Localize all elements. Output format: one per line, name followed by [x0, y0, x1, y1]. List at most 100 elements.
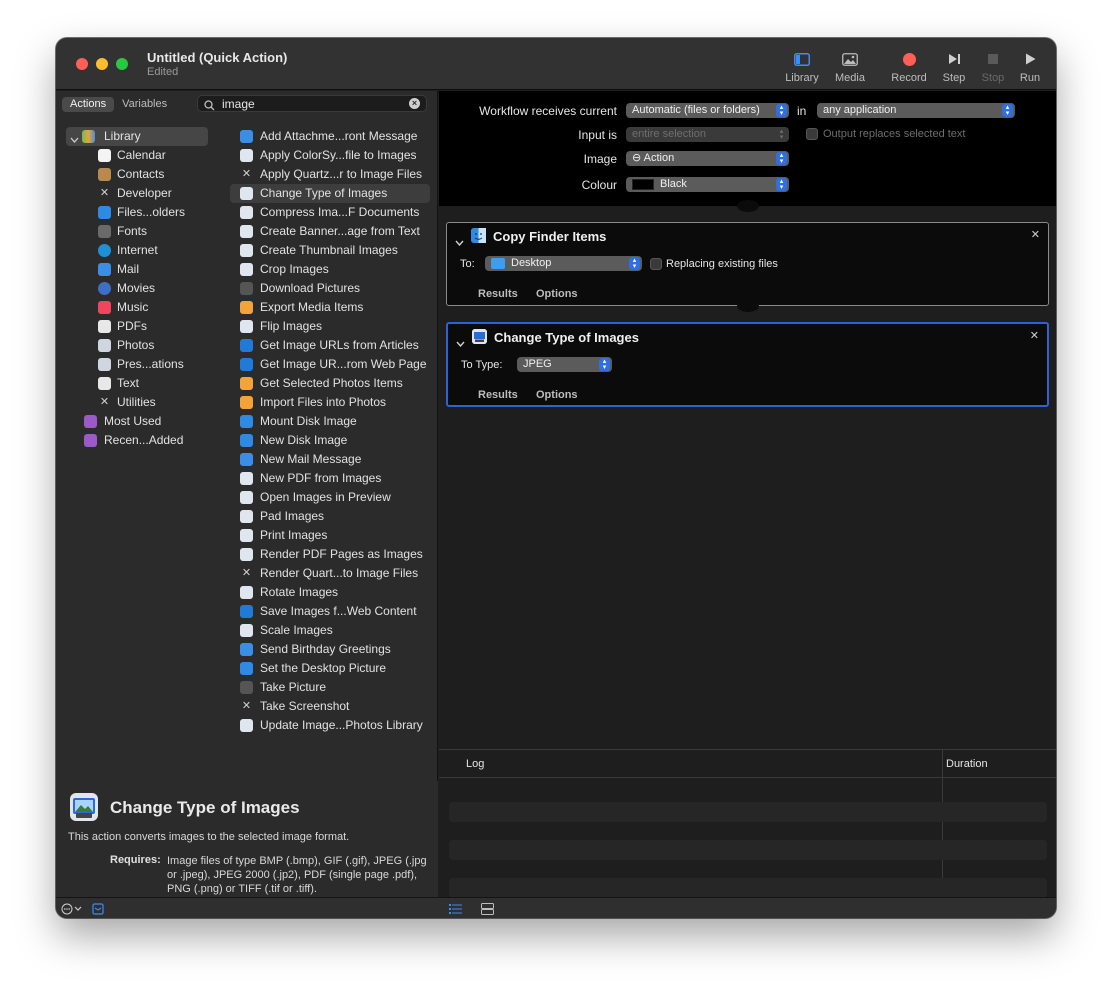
- sidebar-item-contacts[interactable]: Contacts: [56, 165, 228, 184]
- action-list-item[interactable]: Flip Images: [230, 317, 430, 336]
- sidebar-item-developer[interactable]: ✕ Developer: [56, 184, 228, 203]
- colour-popup[interactable]: Black ▴ ▾: [626, 177, 789, 192]
- sidebar-item-recen-added[interactable]: Recen...Added: [56, 431, 228, 450]
- sidebar-item-mail[interactable]: Mail: [56, 260, 228, 279]
- to-type-popup[interactable]: JPEG ▴ ▾: [517, 357, 612, 372]
- receives-popup[interactable]: Automatic (files or folders) ▴ ▾: [626, 103, 789, 118]
- record-toolbar-button[interactable]: Record: [884, 50, 934, 84]
- finder-icon: [471, 228, 486, 243]
- action-list-item[interactable]: Add Attachme...ront Message: [230, 127, 430, 146]
- action-label: New Mail Message: [260, 452, 362, 466]
- change-type-of-images-action[interactable]: Change Type of Images ✕ To Type: JPEG ▴ ▾…: [446, 322, 1049, 407]
- options-tab[interactable]: Options: [536, 389, 578, 401]
- action-list-item[interactable]: Scale Images: [230, 621, 430, 640]
- action-list-item[interactable]: New PDF from Images: [230, 469, 430, 488]
- sidebar-item-pdfs[interactable]: PDFs: [56, 317, 228, 336]
- action-list-item[interactable]: Get Selected Photos Items: [230, 374, 430, 393]
- close-icon[interactable]: ✕: [1031, 228, 1040, 241]
- sidebar-item-label: Movies: [117, 281, 156, 295]
- sidebar-item-fonts[interactable]: Fonts: [56, 222, 228, 241]
- action-list-item[interactable]: Set the Desktop Picture: [230, 659, 430, 678]
- action-list-item[interactable]: Get Image URLs from Articles: [230, 336, 430, 355]
- results-tab[interactable]: Results: [478, 288, 518, 300]
- search-field[interactable]: image ×: [197, 95, 427, 112]
- action-icon: [240, 396, 253, 409]
- split-view-icon[interactable]: [481, 902, 494, 918]
- sidebar-item-library[interactable]: Library: [66, 127, 208, 146]
- action-list-item[interactable]: Pad Images: [230, 507, 430, 526]
- action-list-item[interactable]: New Mail Message: [230, 450, 430, 469]
- action-list-item[interactable]: Import Files into Photos: [230, 393, 430, 412]
- sidebar-item-text[interactable]: Text: [56, 374, 228, 393]
- close-window-button[interactable]: [76, 58, 88, 70]
- folder-icon: [84, 434, 97, 447]
- sidebar-item-music[interactable]: Music: [56, 298, 228, 317]
- log-column-header[interactable]: Log: [466, 758, 484, 770]
- action-list-item[interactable]: Send Birthday Greetings: [230, 640, 430, 659]
- tab-variables[interactable]: Variables: [114, 97, 175, 112]
- action-list-item[interactable]: Download Pictures: [230, 279, 430, 298]
- duration-column-header[interactable]: Duration: [946, 758, 988, 770]
- sidebar-item-calendar[interactable]: Calendar: [56, 146, 228, 165]
- action-list-item[interactable]: Change Type of Images: [230, 184, 430, 203]
- sidebar-item-most-used[interactable]: Most Used: [56, 412, 228, 431]
- action-list-item[interactable]: Compress Ima...F Documents: [230, 203, 430, 222]
- action-list-item[interactable]: ✕ Take Screenshot: [230, 697, 430, 716]
- sidebar-item-pres-ations[interactable]: Pres...ations: [56, 355, 228, 374]
- close-icon[interactable]: ✕: [1030, 329, 1039, 342]
- sidebar-item-files-olders[interactable]: Files...olders: [56, 203, 228, 222]
- destination-popup[interactable]: Desktop ▴ ▾: [485, 256, 642, 271]
- list-view-icon[interactable]: [449, 902, 462, 918]
- action-label: Take Picture: [260, 680, 327, 694]
- sidebar-item-movies[interactable]: Movies: [56, 279, 228, 298]
- action-icon: [240, 149, 253, 162]
- collapse-chevron-icon[interactable]: [456, 334, 465, 352]
- results-tab[interactable]: Results: [478, 389, 518, 401]
- photo-icon: [825, 50, 875, 68]
- action-list-item[interactable]: Apply ColorSy...file to Images: [230, 146, 430, 165]
- minimize-window-button[interactable]: [96, 58, 108, 70]
- image-popup[interactable]: ⊖ Action ▴ ▾: [626, 151, 789, 166]
- action-list-item[interactable]: Rotate Images: [230, 583, 430, 602]
- action-list-item[interactable]: ✕ Render Quart...to Image Files: [230, 564, 430, 583]
- sidebar-item-internet[interactable]: Internet: [56, 241, 228, 260]
- sidebar-item-label: Developer: [117, 186, 172, 200]
- description-toggle-icon[interactable]: [92, 902, 104, 918]
- action-list-item[interactable]: ✕ Apply Quartz...r to Image Files: [230, 165, 430, 184]
- library-pane: Actions Variables image × Library Calenda…: [56, 91, 438, 897]
- action-list-item[interactable]: Export Media Items: [230, 298, 430, 317]
- action-list-item[interactable]: Update Image...Photos Library: [230, 716, 430, 735]
- clear-search-icon[interactable]: ×: [409, 98, 420, 109]
- action-list-item[interactable]: Get Image UR...rom Web Page: [230, 355, 430, 374]
- sidebar-item-utilities[interactable]: ✕ Utilities: [56, 393, 228, 412]
- input-popup[interactable]: entire selection ▴ ▾: [626, 127, 789, 142]
- action-list-item[interactable]: Save Images f...Web Content: [230, 602, 430, 621]
- replacing-existing-checkbox[interactable]: [650, 258, 662, 270]
- output-replaces-checkbox[interactable]: [806, 128, 818, 140]
- action-list-item[interactable]: New Disk Image: [230, 431, 430, 450]
- colour-value: Black: [660, 178, 687, 190]
- action-menu-icon[interactable]: [61, 902, 83, 918]
- action-list-item[interactable]: Crop Images: [230, 260, 430, 279]
- tab-actions[interactable]: Actions: [62, 97, 115, 112]
- action-list-item[interactable]: Mount Disk Image: [230, 412, 430, 431]
- sidebar-item-photos[interactable]: Photos: [56, 336, 228, 355]
- action-icon: [240, 415, 253, 428]
- action-label: Render PDF Pages as Images: [260, 547, 423, 561]
- action-list-item[interactable]: Print Images: [230, 526, 430, 545]
- action-list-item[interactable]: Create Thumbnail Images: [230, 241, 430, 260]
- search-input[interactable]: image: [222, 97, 255, 111]
- action-list-item[interactable]: Open Images in Preview: [230, 488, 430, 507]
- action-list-item[interactable]: Render PDF Pages as Images: [230, 545, 430, 564]
- collapse-chevron-icon[interactable]: [455, 233, 464, 251]
- action-list-item[interactable]: Create Banner...age from Text: [230, 222, 430, 241]
- chevron-down-icon[interactable]: [70, 132, 79, 143]
- zoom-window-button[interactable]: [116, 58, 128, 70]
- application-popup[interactable]: any application ▴ ▾: [817, 103, 1015, 118]
- options-tab[interactable]: Options: [536, 288, 578, 300]
- copy-finder-items-action[interactable]: Copy Finder Items ✕ To: Desktop ▴ ▾ Repla…: [446, 222, 1049, 306]
- media-toolbar-button[interactable]: Media: [825, 50, 875, 84]
- action-list-item[interactable]: Take Picture: [230, 678, 430, 697]
- library-toolbar-button[interactable]: Library: [777, 50, 827, 84]
- run-toolbar-button[interactable]: Run: [1005, 50, 1055, 84]
